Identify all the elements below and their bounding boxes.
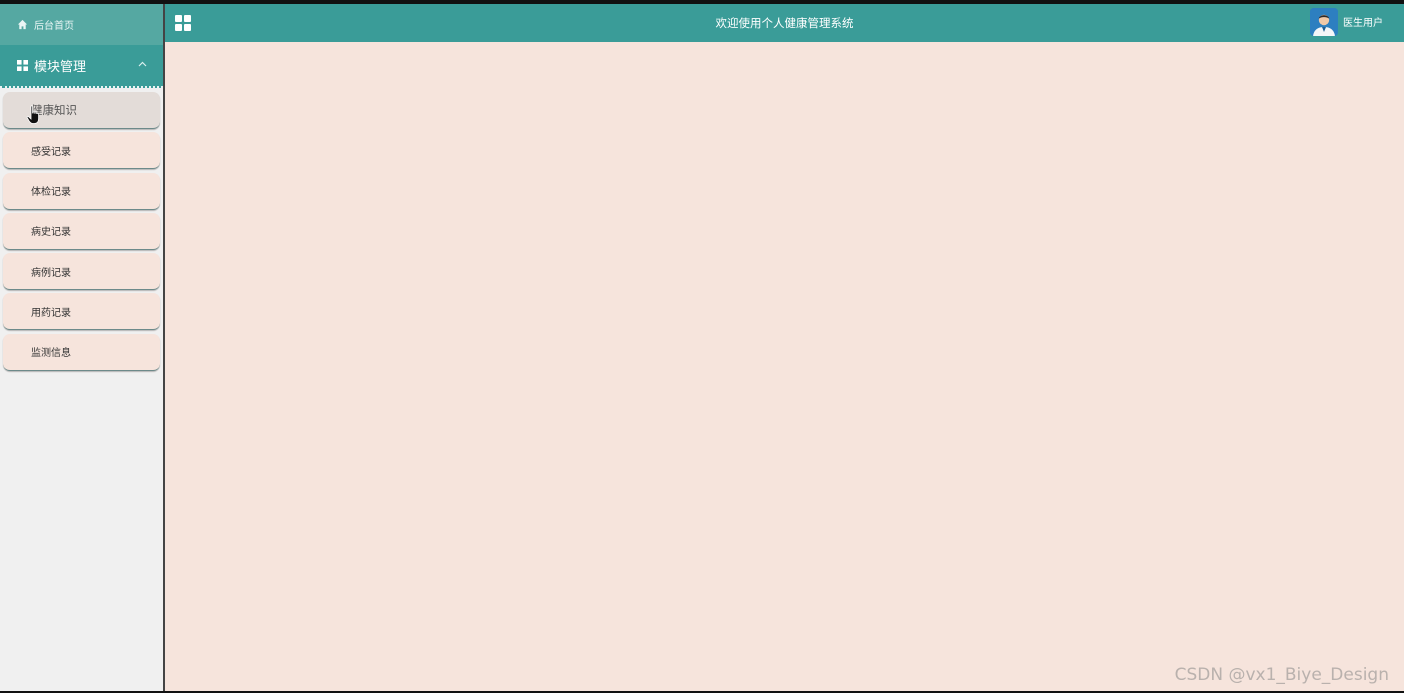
avatar[interactable] xyxy=(1310,8,1338,36)
home-label: 后台首页 xyxy=(34,21,74,32)
module-menu: 健康知识 感受记录 体检记录 病史记录 病例记录 用药记录 监测信息 xyxy=(3,92,160,374)
menu-item-medication-records[interactable]: 用药记录 xyxy=(3,293,160,331)
menu-item-medical-history[interactable]: 病史记录 xyxy=(3,212,160,250)
home-link[interactable]: 后台首页 xyxy=(0,4,163,45)
menu-item-label: 监测信息 xyxy=(31,348,71,360)
menu-item-checkup-records[interactable]: 体检记录 xyxy=(3,172,160,210)
watermark: CSDN @vx1_Biye_Design xyxy=(1174,665,1389,685)
grid-icon xyxy=(17,60,28,71)
menu-item-label: 感受记录 xyxy=(31,146,71,158)
menu-item-label: 用药记录 xyxy=(31,307,71,319)
app-window: 后台首页 模块管理 健康知识 感受记录 体检记录 病史记录 病例记录 用药记录 … xyxy=(0,4,1404,691)
menu-item-case-records[interactable]: 病例记录 xyxy=(3,253,160,291)
home-icon xyxy=(17,19,28,30)
top-bar: 欢迎使用个人健康管理系统 医生用户 xyxy=(165,4,1404,42)
page-title: 欢迎使用个人健康管理系统 xyxy=(715,16,854,30)
hand-cursor-icon xyxy=(26,105,42,125)
sidebar: 后台首页 模块管理 健康知识 感受记录 体检记录 病史记录 病例记录 用药记录 … xyxy=(0,4,165,691)
user-name[interactable]: 医生用户 xyxy=(1343,4,1383,44)
menu-item-label: 病史记录 xyxy=(31,227,71,239)
module-label: 模块管理 xyxy=(34,60,87,75)
module-management-toggle[interactable]: 模块管理 xyxy=(0,45,163,88)
chevron-up-icon xyxy=(138,59,147,70)
menu-item-monitoring-info[interactable]: 监测信息 xyxy=(3,333,160,371)
menu-item-label: 体检记录 xyxy=(31,187,71,199)
menu-item-label: 病例记录 xyxy=(31,267,71,279)
main-content: CSDN @vx1_Biye_Design xyxy=(165,42,1404,691)
menu-item-feeling-records[interactable]: 感受记录 xyxy=(3,132,160,170)
